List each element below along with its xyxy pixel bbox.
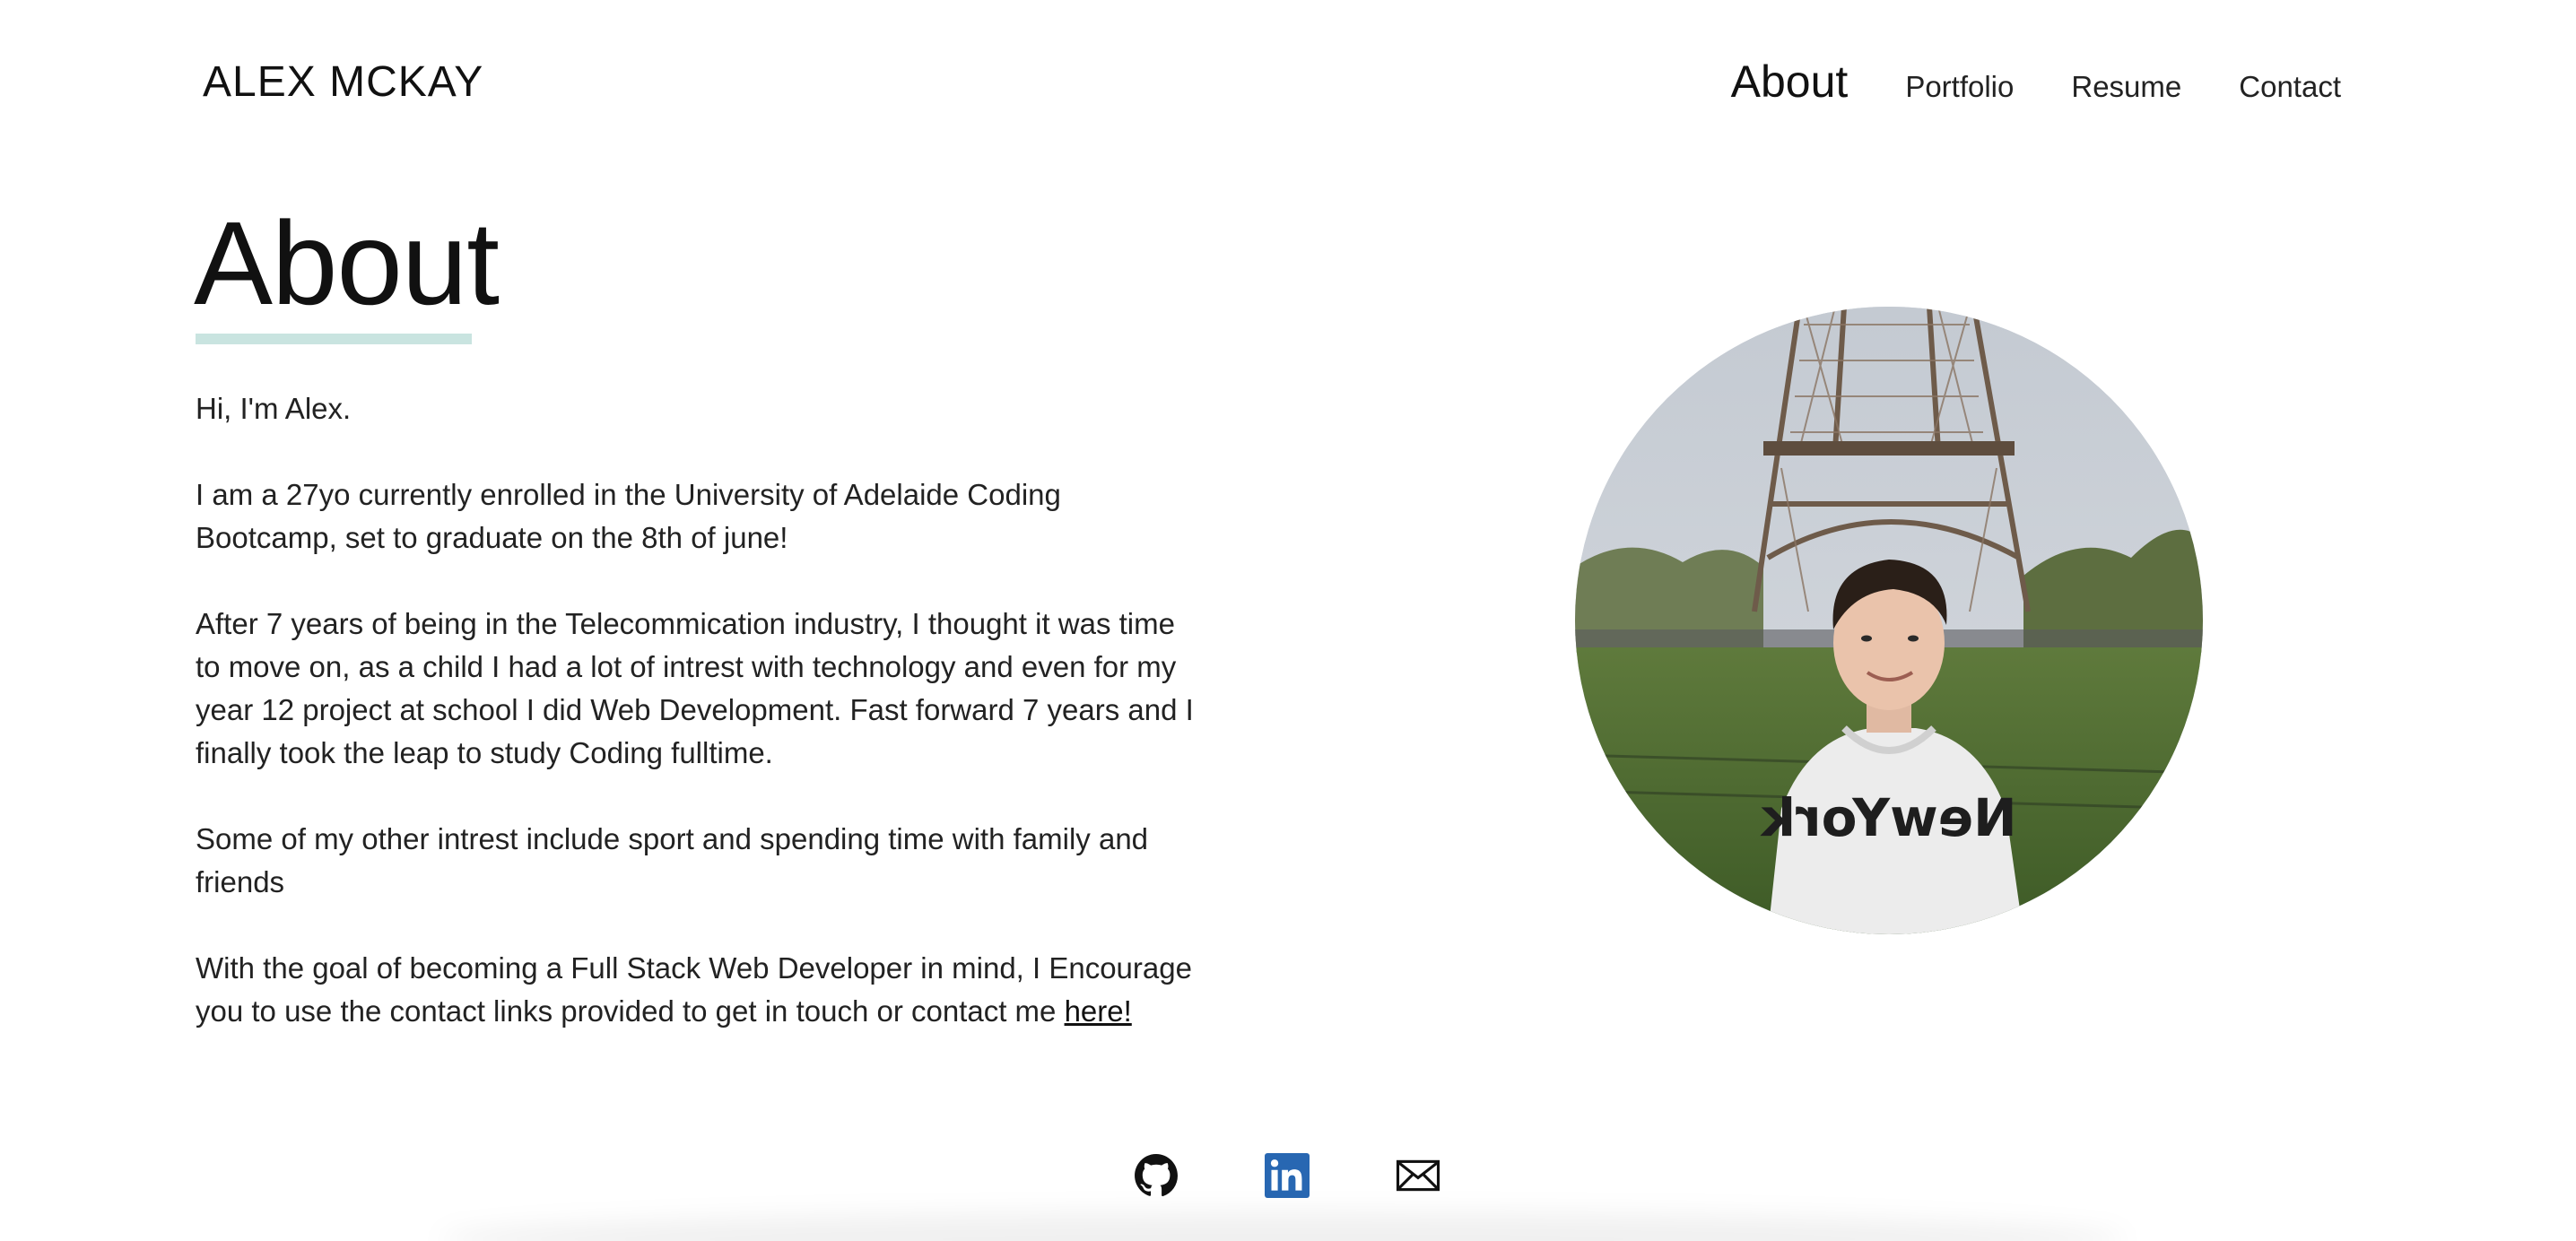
svg-text:NewYork: NewYork <box>1760 787 2017 848</box>
github-icon <box>1135 1154 1178 1197</box>
footer-shadow <box>439 1212 2126 1241</box>
profile-photo-illustration: NewYork <box>1575 307 2203 934</box>
nav-contact[interactable]: Contact <box>2239 70 2341 104</box>
github-link[interactable] <box>1134 1153 1179 1198</box>
bio-paragraph: I am a 27yo currently enrolled in the Un… <box>196 478 1061 554</box>
page-title: About <box>194 197 500 329</box>
linkedin-icon <box>1265 1153 1310 1198</box>
nav-resume[interactable]: Resume <box>2071 70 2181 104</box>
bio-section: Hi, I'm Alex. I am a 27yo currently enro… <box>196 387 1200 1076</box>
bio-paragraph: After 7 years of being in the Telecommic… <box>196 607 1194 769</box>
contact-here-link[interactable]: here! <box>1065 994 1132 1028</box>
bio-closing: With the goal of becoming a Full Stack W… <box>196 947 1200 1033</box>
title-underline <box>196 334 472 344</box>
main-nav: About Portfolio Resume Contact <box>1731 56 2341 108</box>
profile-photo: NewYork <box>1575 307 2203 934</box>
nav-portfolio[interactable]: Portfolio <box>1905 70 2014 104</box>
email-link[interactable] <box>1396 1153 1440 1198</box>
page: ALEX MCKAY About Portfolio Resume Contac… <box>0 0 2576 1241</box>
nav-about[interactable]: About <box>1731 56 1849 108</box>
bio-paragraph: Hi, I'm Alex. <box>196 392 352 425</box>
brand-logo[interactable]: ALEX MCKAY <box>203 57 483 107</box>
social-links <box>1134 1153 1440 1198</box>
mail-icon <box>1396 1159 1440 1192</box>
closing-text: With the goal of becoming a Full Stack W… <box>196 951 1192 1028</box>
bio-paragraph: Some of my other intrest include sport a… <box>196 822 1149 898</box>
linkedin-link[interactable] <box>1265 1153 1310 1198</box>
